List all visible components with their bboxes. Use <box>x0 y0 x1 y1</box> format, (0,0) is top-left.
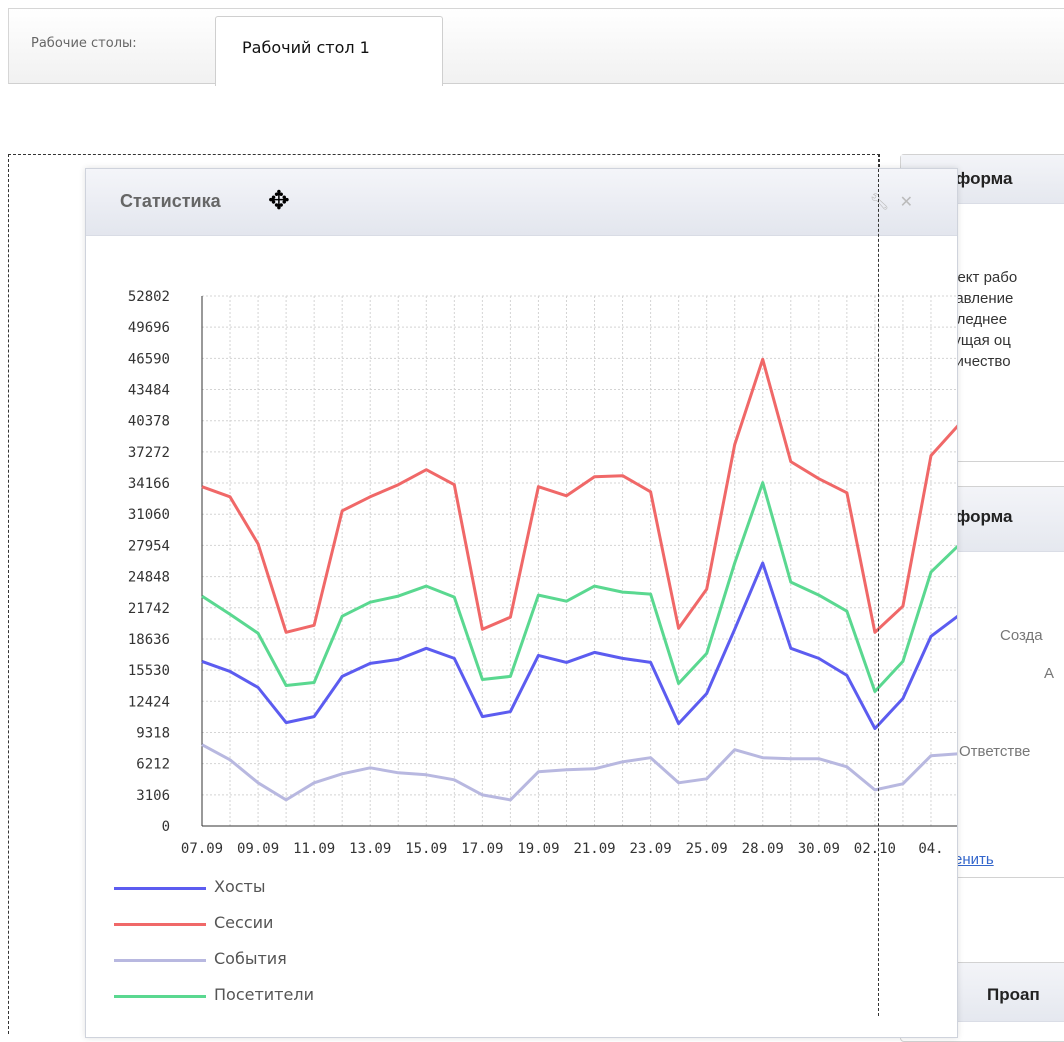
y-tick-label: 52802 <box>128 289 170 305</box>
y-tick-label: 6212 <box>136 757 170 773</box>
legend-label: Посетители <box>214 985 314 1004</box>
stats-widget[interactable]: Статистика ✥ 🔧︎ ✕ 0 3106 6212 9318 12424 15530… <box>85 168 958 1038</box>
series-line <box>201 743 957 802</box>
legend-swatch <box>114 995 206 998</box>
desktops-label: Рабочие столы: <box>31 36 137 51</box>
x-tick-label: 19.09 <box>517 841 559 857</box>
series-line <box>201 561 957 731</box>
y-tick-label: 3106 <box>136 788 170 804</box>
tab-desktop-1[interactable]: Рабочий стол 1 <box>215 16 443 86</box>
x-tick-label: 07.09 <box>181 841 223 857</box>
y-tick-label: 40378 <box>128 414 170 430</box>
desktop-tabbar: Рабочие столы: Рабочий стол 1 <box>8 8 1064 86</box>
legend-label: Сессии <box>214 913 274 932</box>
x-tick-label: 25.09 <box>686 841 728 857</box>
y-tick-label: 9318 <box>136 725 170 741</box>
x-tick-label: 30.09 <box>798 841 840 857</box>
x-tick-label: 21.09 <box>573 841 615 857</box>
legend-swatch <box>114 959 206 962</box>
project-widget-title: Проап <box>987 985 1040 1004</box>
y-tick-label: 34166 <box>128 476 170 492</box>
y-tick-label: 18636 <box>128 632 170 648</box>
y-tick-label: 12424 <box>128 694 170 710</box>
x-tick-label: 15.09 <box>405 841 447 857</box>
x-tick-label: 11.09 <box>293 841 335 857</box>
y-tick-label: 21742 <box>128 601 170 617</box>
author-label: А <box>1044 665 1055 682</box>
legend-swatch <box>114 887 206 890</box>
x-tick-label: 02.10 <box>854 841 896 857</box>
y-tick-label: 46590 <box>128 351 170 367</box>
x-tick-label: 09.09 <box>237 841 279 857</box>
x-tick-label: 23.09 <box>630 841 672 857</box>
y-tick-label: 0 <box>162 819 170 835</box>
drop-placeholder-edge <box>878 154 880 1016</box>
y-tick-label: 15530 <box>128 663 170 679</box>
x-tick-label: 04. <box>918 841 943 857</box>
created-label: Созда <box>1000 627 1043 644</box>
y-tick-label: 49696 <box>128 320 170 336</box>
stats-chart: 0 3106 6212 9318 12424 15530 18636 21742 24848 27… <box>128 289 957 857</box>
y-tick-label: 24848 <box>128 570 170 586</box>
tab-desktop-1-label: Рабочий стол 1 <box>242 38 370 57</box>
legend-label: Хосты <box>214 877 266 896</box>
x-tick-label: 13.09 <box>349 841 391 857</box>
y-tick-label: 37272 <box>128 445 170 461</box>
y-tick-label: 27954 <box>128 538 170 554</box>
x-tick-label: 17.09 <box>461 841 503 857</box>
responsible-label: Ответстве <box>959 743 1031 760</box>
legend-swatch <box>114 923 206 926</box>
series-line <box>201 357 957 634</box>
y-tick-label: 31060 <box>128 507 170 523</box>
y-tick-label: 43484 <box>128 383 170 399</box>
legend-label: События <box>214 949 287 968</box>
x-tick-label: 28.09 <box>742 841 784 857</box>
